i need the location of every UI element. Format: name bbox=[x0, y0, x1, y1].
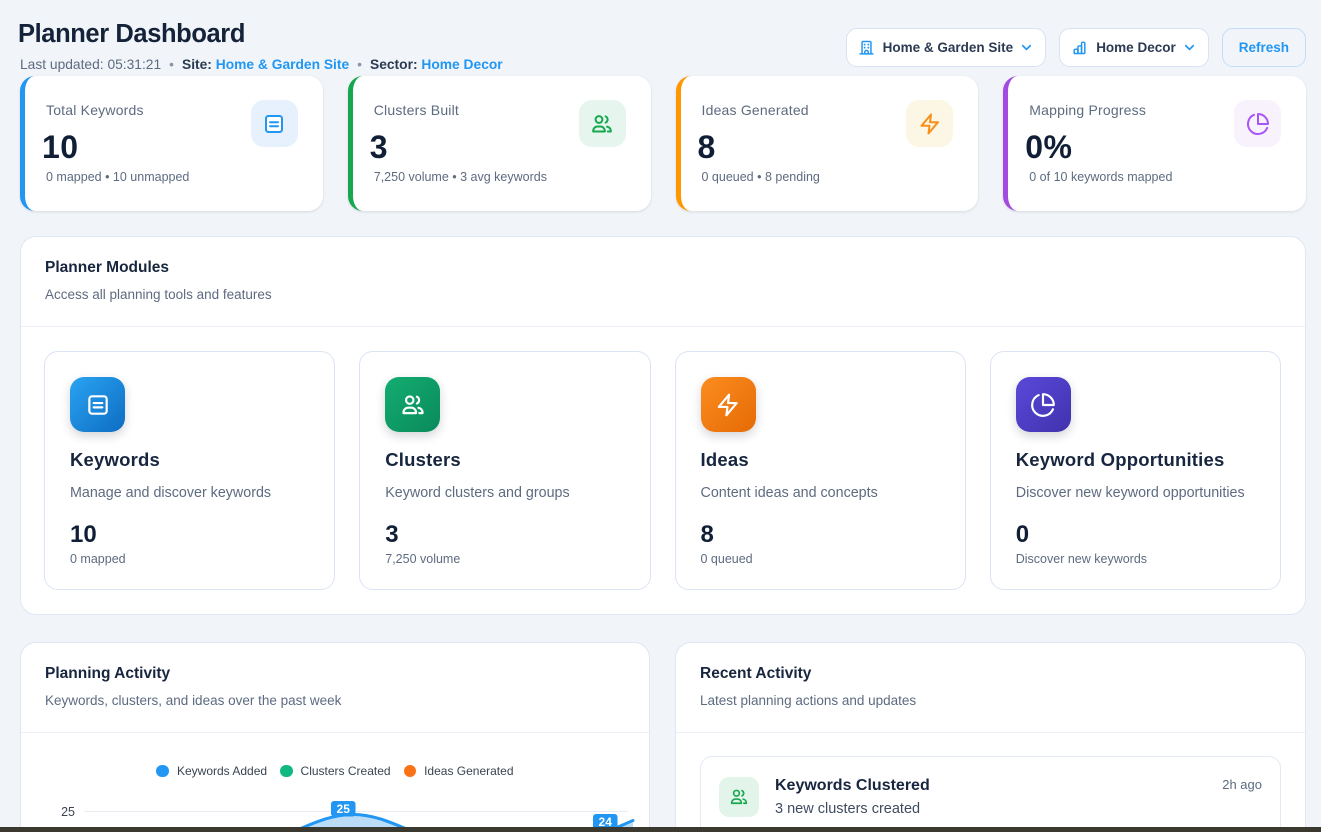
svg-text:25: 25 bbox=[337, 802, 351, 816]
svg-text:25: 25 bbox=[61, 805, 75, 819]
